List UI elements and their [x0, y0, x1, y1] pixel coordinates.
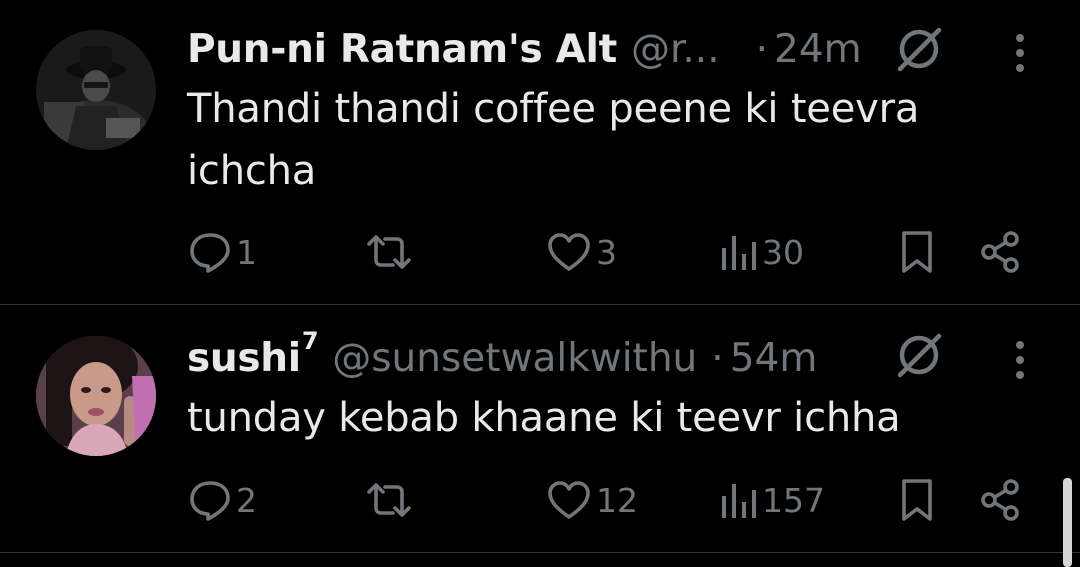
bookmark-icon [902, 479, 932, 521]
repost-button[interactable] [365, 227, 413, 277]
post-header: sushi7 @sunsetwalkwithu · 54m [187, 327, 818, 386]
separator-dot: · [711, 335, 724, 381]
like-icon [548, 233, 590, 271]
bookmark-button[interactable] [899, 475, 935, 525]
share-icon [981, 231, 1019, 273]
display-name-text: sushi [187, 336, 301, 381]
post-text: tunday kebab khaane ki teevr ichha [187, 387, 987, 449]
view-count: 30 [762, 232, 804, 272]
post-item[interactable]: sushi7 @sunsetwalkwithu · 54m tunday keb… [0, 305, 1080, 552]
grok-icon[interactable] [893, 329, 945, 381]
name-superscript: 7 [301, 327, 319, 355]
divider [0, 552, 1080, 553]
reply-icon [190, 233, 230, 273]
display-name[interactable]: sushi7 [187, 327, 319, 381]
repost-icon [367, 235, 411, 269]
views-button[interactable]: 30 [720, 227, 804, 277]
repost-button[interactable] [365, 475, 413, 525]
like-count: 3 [596, 232, 617, 272]
like-count: 12 [596, 480, 638, 520]
separator-dot: · [755, 26, 769, 72]
view-count: 157 [762, 480, 825, 520]
reply-icon [190, 481, 230, 521]
share-button[interactable] [978, 227, 1022, 277]
share-button[interactable] [978, 475, 1022, 525]
more-options-icon[interactable] [1015, 340, 1025, 380]
bookmark-icon [902, 231, 932, 273]
scrollbar-thumb[interactable] [1063, 478, 1072, 567]
post-text-line: ichcha [187, 148, 317, 194]
display-name[interactable]: Pun-ni Ratnam's Alt [187, 27, 617, 72]
avatar[interactable] [36, 336, 156, 456]
views-icon [722, 484, 756, 518]
user-handle[interactable]: @sunsetwalkwithu [332, 336, 697, 381]
post-text: Thandi thandi coffee peene ki teevra ich… [187, 78, 987, 202]
avatar[interactable] [36, 30, 156, 150]
like-icon [548, 481, 590, 519]
user-handle[interactable]: @r... [631, 27, 720, 72]
action-bar: 2 12 157 [0, 475, 1080, 525]
reply-count: 2 [236, 480, 257, 520]
action-bar: 1 3 30 [0, 227, 1080, 277]
views-button[interactable]: 157 [720, 475, 825, 525]
grok-icon[interactable] [893, 23, 945, 75]
share-icon [981, 479, 1019, 521]
post-item[interactable]: Pun-ni Ratnam's Alt @r... · 24m Thandi t… [0, 0, 1080, 304]
views-icon [722, 236, 756, 270]
bookmark-button[interactable] [899, 227, 935, 277]
reply-count: 1 [236, 232, 257, 272]
reply-button[interactable]: 2 [188, 475, 257, 525]
post-timestamp[interactable]: 54m [730, 336, 818, 381]
like-button[interactable]: 3 [546, 227, 617, 277]
more-options-icon[interactable] [1015, 33, 1025, 73]
post-text-line: tunday kebab khaane ki teevr ichha [187, 395, 901, 441]
post-header: Pun-ni Ratnam's Alt @r... · 24m [187, 21, 862, 77]
post-text-line: Thandi thandi coffee peene ki teevra [187, 86, 920, 132]
like-button[interactable]: 12 [546, 475, 638, 525]
reply-button[interactable]: 1 [188, 227, 257, 277]
repost-icon [367, 483, 411, 517]
post-timestamp[interactable]: 24m [774, 27, 862, 72]
